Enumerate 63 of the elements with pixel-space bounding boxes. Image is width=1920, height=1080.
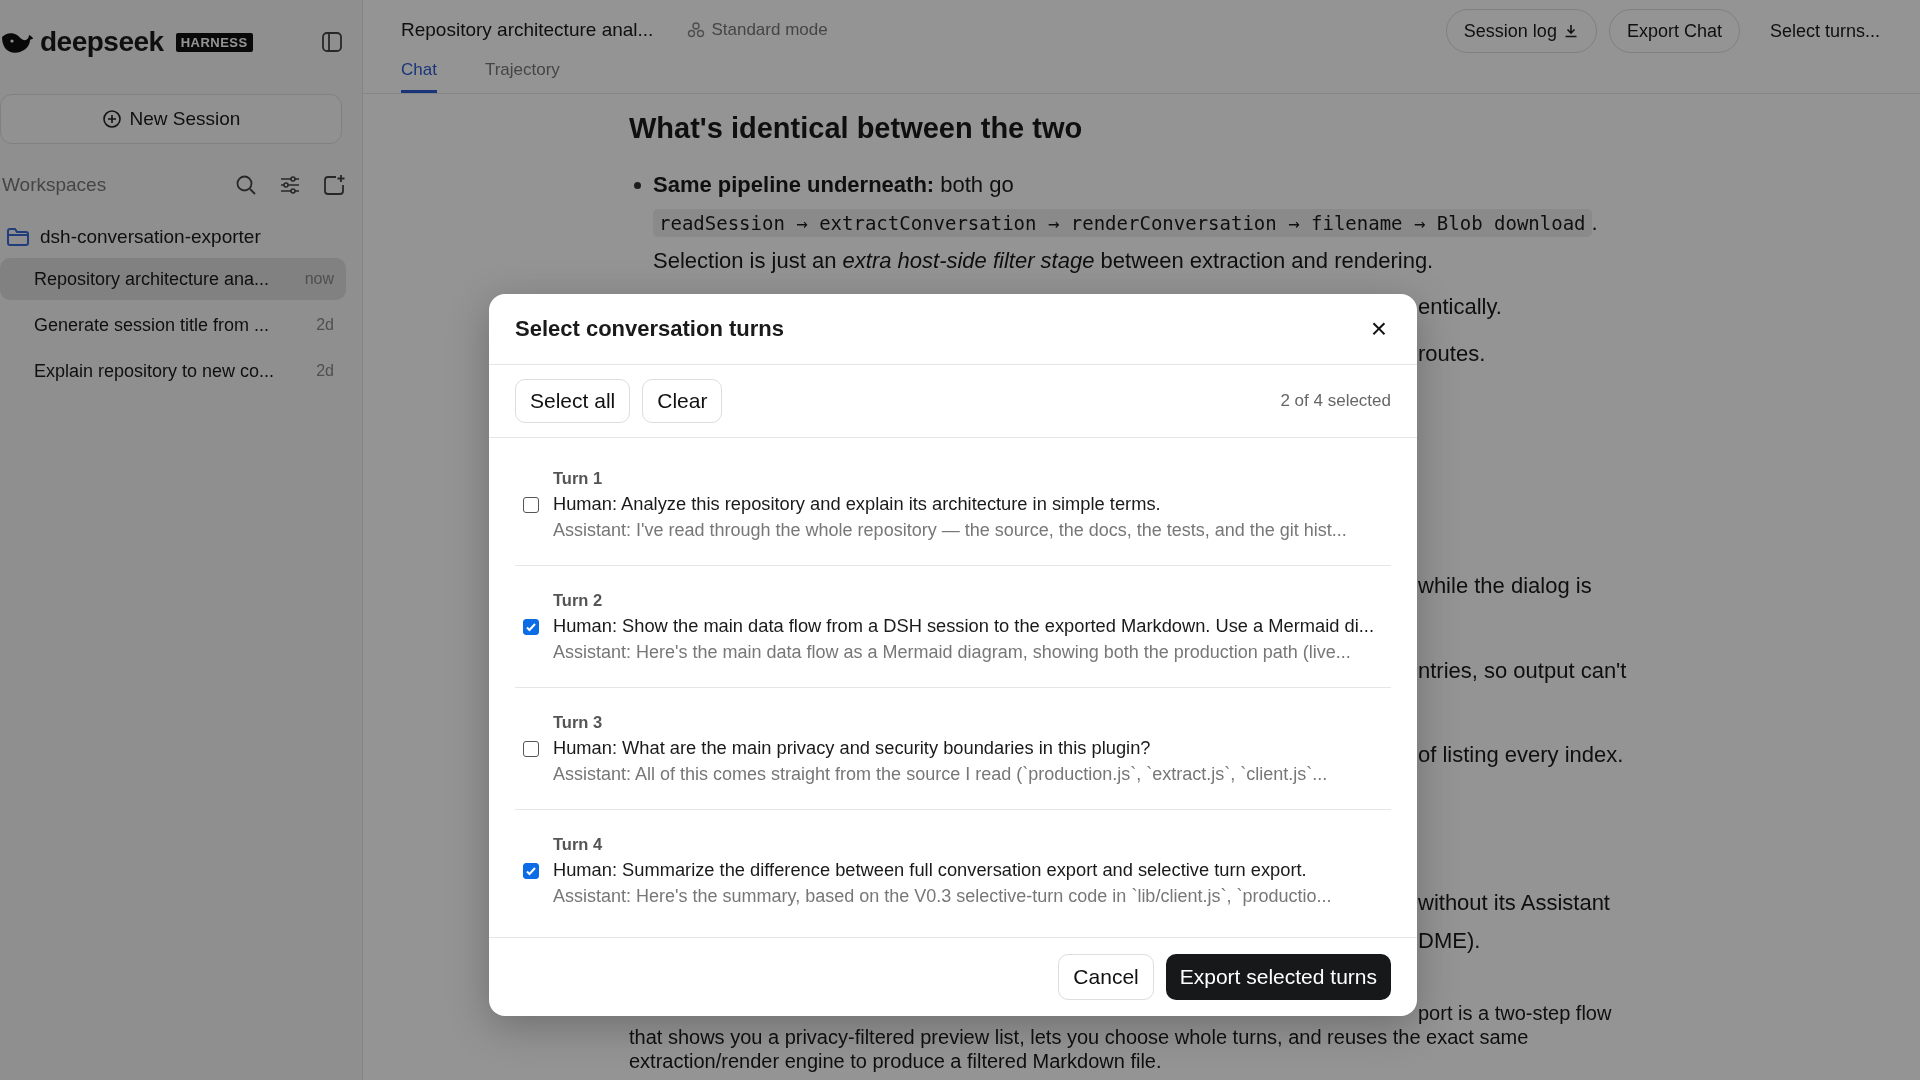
human-message: Human: What are the main privacy and security boundaries in this plugin? — [553, 737, 1152, 759]
human-message: Human: Show the main data flow from a DSH session to the exported Markdown. Use a Mermaid di... — [553, 615, 1374, 637]
mode-icon — [687, 21, 706, 39]
selection-count: 2 of 4 selected — [1280, 391, 1391, 411]
search-icon[interactable] — [234, 173, 258, 197]
session-title: Generate session title from ... — [34, 314, 271, 336]
turn-label: Turn 3 — [553, 713, 604, 732]
text-line: without its Assistant — [1418, 889, 1611, 917]
turn-label: Turn 2 — [553, 591, 604, 610]
text-line: entically. — [1418, 293, 1503, 321]
clear-button[interactable]: Clear — [642, 379, 723, 423]
dialog-title: Select conversation turns — [515, 316, 784, 342]
turn-checkbox[interactable] — [523, 741, 539, 757]
sidebar-toggle-icon[interactable] — [320, 30, 344, 54]
turn-checkbox[interactable] — [523, 619, 539, 635]
session-item[interactable]: Generate session title from ... 2d — [0, 304, 346, 346]
turn-checkbox[interactable] — [523, 497, 539, 513]
assistant-message: Assistant: I've read through the whole repository — the source, the docs, the tests, and the git hist... — [553, 520, 1347, 541]
text-line: ntries, so output can't — [1418, 657, 1628, 685]
turn-label: Turn 1 — [553, 469, 604, 488]
logo-badge: HARNESS — [175, 32, 253, 52]
mode-label: Standard mode — [711, 20, 828, 40]
bullet-icon — [634, 182, 641, 189]
section-heading: What's identical between the two — [629, 111, 1084, 146]
session-age: 2d — [316, 362, 334, 380]
export-chat-button[interactable]: Export Chat — [1608, 9, 1740, 53]
cancel-button[interactable]: Cancel — [1058, 954, 1154, 1000]
bullet-text: Same pipeline underneath: both go — [653, 171, 1015, 199]
session-title: Explain repository to new co... — [34, 360, 276, 382]
plus-circle-icon — [101, 109, 122, 129]
folder-icon — [6, 227, 30, 247]
text-line: routes. — [1418, 340, 1487, 368]
logo-wordmark: deepseek — [40, 26, 164, 58]
session-age: 2d — [316, 316, 334, 334]
text-line: port is a two-step flow — [1417, 1001, 1613, 1025]
text-line: while the dialog is — [1418, 572, 1593, 600]
workspaces-label: Workspaces — [1, 174, 108, 196]
new-session-button[interactable]: New Session — [0, 94, 342, 144]
workspace-name[interactable]: dsh-conversation-exporter — [40, 226, 261, 248]
text-line: of listing every index. — [1418, 741, 1625, 769]
paragraph: Selection is just an extra host-side filter stage between extraction and rendering. — [653, 247, 1435, 275]
text-line: that shows you a privacy-filtered preview list, lets you choose whole turns, and reuses the exact same — [629, 1025, 1530, 1049]
turn-checkbox[interactable] — [523, 863, 539, 879]
session-title: Repository architecture ana... — [34, 268, 271, 290]
assistant-message: Assistant: Here's the main data flow as a Mermaid diagram, showing both the production path (live... — [553, 642, 1352, 663]
assistant-message: Assistant: Here's the summary, based on the V0.3 selective-turn code in `lib/client.js`, `productio... — [553, 886, 1332, 907]
session-item[interactable]: Explain repository to new co... 2d — [0, 350, 346, 392]
turn-label: Turn 4 — [553, 835, 604, 854]
tab[interactable]: Chat — [401, 60, 437, 93]
select-all-button[interactable]: Select all — [515, 379, 631, 423]
punctuation: . — [1591, 210, 1598, 235]
text-line: extraction/render engine to produce a filtered Markdown file. — [629, 1049, 1163, 1073]
human-message: Human: Analyze this repository and explain its architecture in simple terms. — [553, 493, 1162, 515]
text-line: DME). — [1418, 927, 1482, 955]
filter-sliders-icon[interactable] — [278, 173, 302, 197]
close-button[interactable]: × — [1366, 313, 1391, 345]
human-message: Human: Summarize the difference between full conversation export and selective turn export. — [553, 859, 1308, 881]
session-log-button[interactable]: Session log — [1445, 9, 1597, 53]
add-folder-icon[interactable] — [322, 173, 346, 197]
assistant-message: Assistant: All of this comes straight from the source I read (`production.js`, `extract.js`, `client.js`... — [553, 764, 1328, 785]
chat-title: Repository architecture anal... — [401, 19, 654, 41]
code-snippet: readSession → extractConversation → renderConversation → filename → Blob download — [653, 209, 1592, 237]
export-selected-button[interactable]: Export selected turns — [1165, 954, 1391, 1000]
